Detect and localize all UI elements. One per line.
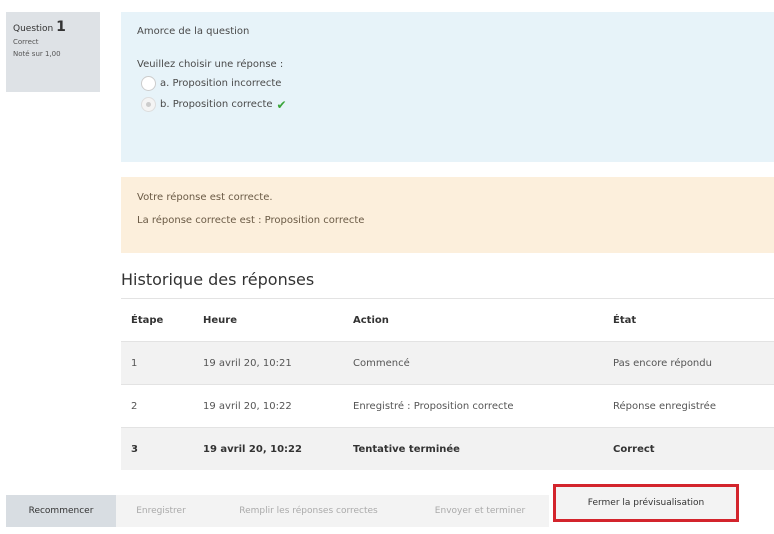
cell-state: Pas encore répondu (603, 341, 774, 385)
column-header-state: État (603, 298, 774, 342)
radio-button-checked[interactable] (141, 97, 156, 112)
checkmark-icon: ✔ (276, 97, 287, 112)
question-formulation: Amorce de la question Veuillez choisir u… (121, 12, 774, 162)
preview-button-bar: Recommencer Enregistrer Remplir les répo… (6, 484, 746, 527)
cell-time: 19 avril 20, 10:21 (193, 341, 343, 385)
cell-action: Enregistré : Proposition correcte (343, 384, 603, 428)
close-preview-button[interactable]: Fermer la prévisualisation (553, 484, 739, 522)
column-header-action: Action (343, 298, 603, 342)
restart-button[interactable]: Recommencer (6, 495, 116, 527)
question-info: Question 1 Correct Noté sur 1,00 (6, 12, 100, 92)
answer-label: b. Proposition correcte (160, 99, 273, 110)
cell-time: 19 avril 20, 10:22 (193, 427, 343, 470)
cell-action: Tentative terminée (343, 427, 603, 470)
correct-answer-text: La réponse correcte est : Proposition co… (137, 215, 365, 226)
answer-prompt: Veuillez choisir une réponse : (137, 59, 284, 70)
radio-button[interactable] (141, 76, 156, 91)
history-table: Étape Heure Action État 1 19 avril 20, 1… (121, 298, 774, 470)
cell-step: 2 (121, 384, 193, 428)
feedback-box: Votre réponse est correcte. La réponse c… (121, 177, 774, 253)
cell-step: 3 (121, 427, 193, 470)
save-button[interactable]: Enregistrer (116, 495, 206, 527)
fill-correct-button[interactable]: Remplir les réponses correctes (206, 495, 411, 527)
answer-label: a. Proposition incorrecte (160, 78, 282, 89)
table-row: 2 19 avril 20, 10:22 Enregistré : Propos… (121, 384, 774, 428)
question-grade: Noté sur 1,00 (13, 50, 61, 58)
question-number-value: 1 (56, 19, 66, 35)
question-number: Question 1 (13, 19, 66, 35)
feedback-text: Votre réponse est correcte. (137, 192, 273, 203)
answer-option-a[interactable]: a. Proposition incorrecte (141, 76, 758, 91)
table-row-current: 3 19 avril 20, 10:22 Tentative terminée … (121, 427, 774, 470)
question-state: Correct (13, 38, 39, 46)
answer-option-b[interactable]: b. Proposition correcte ✔ (141, 97, 758, 112)
history-title: Historique des réponses (121, 270, 315, 289)
cell-state: Correct (603, 427, 774, 470)
table-row: 1 19 avril 20, 10:21 Commencé Pas encore… (121, 341, 774, 385)
column-header-step: Étape (121, 298, 193, 342)
cell-time: 19 avril 20, 10:22 (193, 384, 343, 428)
question-text: Amorce de la question (137, 26, 250, 37)
cell-state: Réponse enregistrée (603, 384, 774, 428)
table-header-row: Étape Heure Action État (121, 298, 774, 342)
cell-step: 1 (121, 341, 193, 385)
submit-button[interactable]: Envoyer et terminer (411, 495, 549, 527)
cell-action: Commencé (343, 341, 603, 385)
column-header-time: Heure (193, 298, 343, 342)
